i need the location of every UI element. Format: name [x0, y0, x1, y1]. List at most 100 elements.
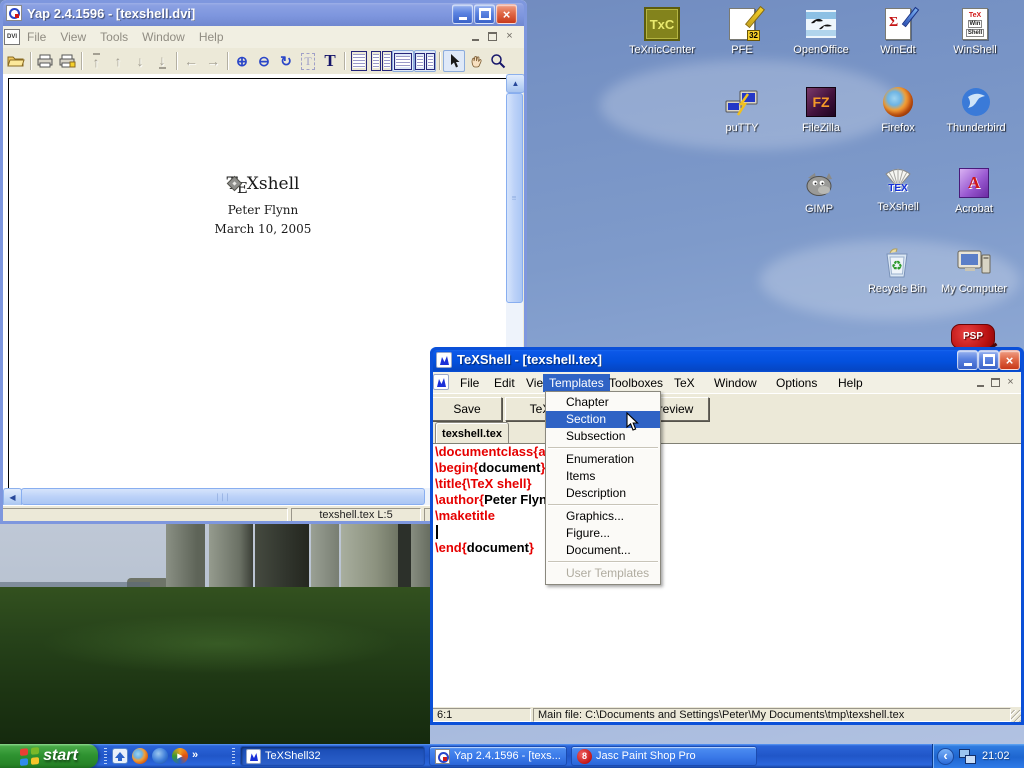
task-button-jasc-psp[interactable]: 8 Jasc Paint Shop Pro: [571, 746, 757, 766]
desktop-icon-pfe[interactable]: 32 PFE: [703, 6, 781, 56]
yap-app-icon: [6, 5, 22, 21]
tab-texshell-tex[interactable]: texshell.tex: [435, 422, 509, 444]
texshell-editor[interactable]: \documentclass{a \begin{document} \title…: [432, 443, 1023, 708]
continuous-view-icon[interactable]: [414, 50, 436, 72]
desktop-icon-openoffice[interactable]: OpenOffice: [782, 6, 860, 56]
menu-options[interactable]: Options: [770, 374, 823, 392]
menu-item-graphics[interactable]: Graphics...: [546, 508, 660, 525]
main-file-status: Main file: C:\Documents and Settings\Pet…: [533, 708, 1011, 722]
save-button[interactable]: Save: [432, 397, 502, 421]
desktop-icon-firefox[interactable]: Firefox: [859, 84, 937, 134]
task-button-yap[interactable]: Yap 2.4.1596 - [texs...: [429, 746, 567, 766]
quicklaunch-overflow-chevron[interactable]: »: [192, 749, 198, 761]
menu-tex[interactable]: TeX: [668, 374, 701, 392]
menu-item-section[interactable]: Section: [546, 411, 660, 428]
menu-item-enumeration[interactable]: Enumeration: [546, 451, 660, 468]
texshell-minimize-button[interactable]: [957, 350, 978, 370]
quicklaunch-handle[interactable]: [104, 748, 107, 764]
yap-menu-view[interactable]: View: [53, 28, 93, 46]
mdi-restore-button[interactable]: [988, 375, 1003, 389]
open-file-icon[interactable]: [5, 50, 27, 72]
desktop-icon-filezilla[interactable]: FZ FileZilla: [782, 84, 860, 134]
yap-minimize-button[interactable]: [452, 4, 473, 24]
mdi-restore-button[interactable]: [485, 29, 500, 43]
vertical-scroll-thumb[interactable]: ≡: [506, 93, 523, 303]
menu-item-description[interactable]: Description: [546, 485, 660, 502]
refresh-icon[interactable]: ↻: [275, 50, 297, 72]
mdi-minimize-button[interactable]: [973, 375, 988, 389]
texshell-icon: TEX: [881, 163, 915, 199]
desktop-icon-putty[interactable]: puTTY: [703, 84, 781, 134]
single-page-view-icon[interactable]: [348, 50, 370, 72]
menu-item-subsection[interactable]: Subsection: [546, 428, 660, 445]
desktop-icon-label: WinEdt: [880, 44, 915, 56]
yap-menubar: DVI File View Tools Window Help: [0, 26, 527, 48]
start-button[interactable]: start: [0, 744, 98, 768]
desktop-icon-gimp[interactable]: GIMP: [780, 165, 858, 215]
texshell-maximize-button[interactable]: [978, 350, 999, 370]
quick-launch-firefox-icon[interactable]: [132, 748, 148, 764]
menu-edit[interactable]: Edit: [488, 374, 521, 392]
magnifier-tool-icon[interactable]: [487, 50, 509, 72]
print-icon[interactable]: [34, 50, 56, 72]
yap-close-button[interactable]: ×: [496, 4, 517, 24]
menu-item-document[interactable]: Document...: [546, 542, 660, 559]
desktop-icon-label: GIMP: [805, 203, 833, 215]
hand-tool-icon[interactable]: [465, 50, 487, 72]
texshell-tabrow: texshell.tex: [430, 420, 1024, 444]
desktop-icon-thunderbird[interactable]: Thunderbird: [937, 84, 1015, 134]
page-width-view-icon[interactable]: [392, 50, 414, 72]
desktop-icon-acrobat[interactable]: A Acrobat: [935, 165, 1013, 215]
zoom-in-icon[interactable]: ⊕: [231, 50, 253, 72]
yap-status-file: texshell.tex L:5: [291, 508, 421, 522]
yap-menu-file[interactable]: File: [20, 28, 53, 46]
texshell-close-button[interactable]: ×: [999, 350, 1020, 370]
texshell-titlebar[interactable]: TeXShell - [texshell.tex]: [430, 347, 1024, 372]
tray-collapse-chevron[interactable]: ‹: [937, 748, 954, 765]
taskband-handle[interactable]: [232, 748, 235, 764]
resize-grip[interactable]: [1011, 710, 1024, 723]
menu-help[interactable]: Help: [832, 374, 869, 392]
desktop-icon-winshell[interactable]: TeXWinShell WinShell: [936, 6, 1014, 56]
mdi-minimize-button[interactable]: [468, 29, 483, 43]
desktop-icon-label: Acrobat: [955, 203, 993, 215]
quick-launch-thunderbird-icon[interactable]: [152, 748, 168, 764]
svg-text:♻: ♻: [891, 258, 903, 273]
desktop-icon-texniccenter[interactable]: TxC TeXnicCenter: [623, 6, 701, 56]
yap-menu-tools[interactable]: Tools: [93, 28, 135, 46]
yap-menu-window[interactable]: Window: [135, 28, 192, 46]
acrobat-icon: A: [959, 165, 989, 201]
render-text-icon[interactable]: T: [319, 50, 341, 72]
desktop-icon-winedt[interactable]: Σ WinEdt: [859, 6, 937, 56]
text-select-icon[interactable]: T: [297, 50, 319, 72]
scroll-up-button[interactable]: ▲: [506, 74, 525, 93]
yap-menu-help[interactable]: Help: [192, 28, 231, 46]
quick-launch-media-player-icon[interactable]: ▶: [172, 748, 188, 764]
print-setup-icon[interactable]: [56, 50, 78, 72]
menu-toolboxes[interactable]: Toolboxes: [603, 374, 669, 392]
menu-templates[interactable]: Templates: [543, 374, 610, 392]
yap-maximize-button[interactable]: [474, 4, 495, 24]
winedt-icon: Σ: [885, 6, 911, 42]
desktop-icon-my-computer[interactable]: My Computer: [935, 245, 1013, 295]
two-page-view-icon[interactable]: [370, 50, 392, 72]
menu-item-chapter[interactable]: Chapter: [546, 394, 660, 411]
zoom-out-icon[interactable]: ⊖: [253, 50, 275, 72]
task-button-texshell32[interactable]: TeXShell32: [240, 746, 425, 766]
jasc-psp-task-icon: 8: [577, 749, 592, 764]
psp-desktop-icon[interactable]: PSP: [951, 324, 995, 349]
mdi-close-button[interactable]: ×: [502, 29, 517, 43]
select-tool-icon[interactable]: [443, 50, 465, 72]
horizontal-scroll-thumb[interactable]: ∣∣∣: [21, 488, 425, 505]
desktop-icon-recycle-bin[interactable]: ♻ Recycle Bin: [858, 245, 936, 295]
mdi-close-button[interactable]: ×: [1003, 375, 1018, 389]
menu-item-items[interactable]: Items: [546, 468, 660, 485]
network-tray-icon[interactable]: [959, 749, 976, 764]
quick-launch-icon-1[interactable]: [112, 748, 128, 764]
desktop-icon-texshell[interactable]: TEX TeXshell: [859, 163, 937, 213]
texshell-app-icon: [436, 352, 452, 368]
menu-item-figure[interactable]: Figure...: [546, 525, 660, 542]
menu-window[interactable]: Window: [708, 374, 763, 392]
yap-titlebar[interactable]: Yap 2.4.1596 - [texshell.dvi]: [0, 0, 527, 26]
menu-file[interactable]: File: [454, 374, 485, 392]
